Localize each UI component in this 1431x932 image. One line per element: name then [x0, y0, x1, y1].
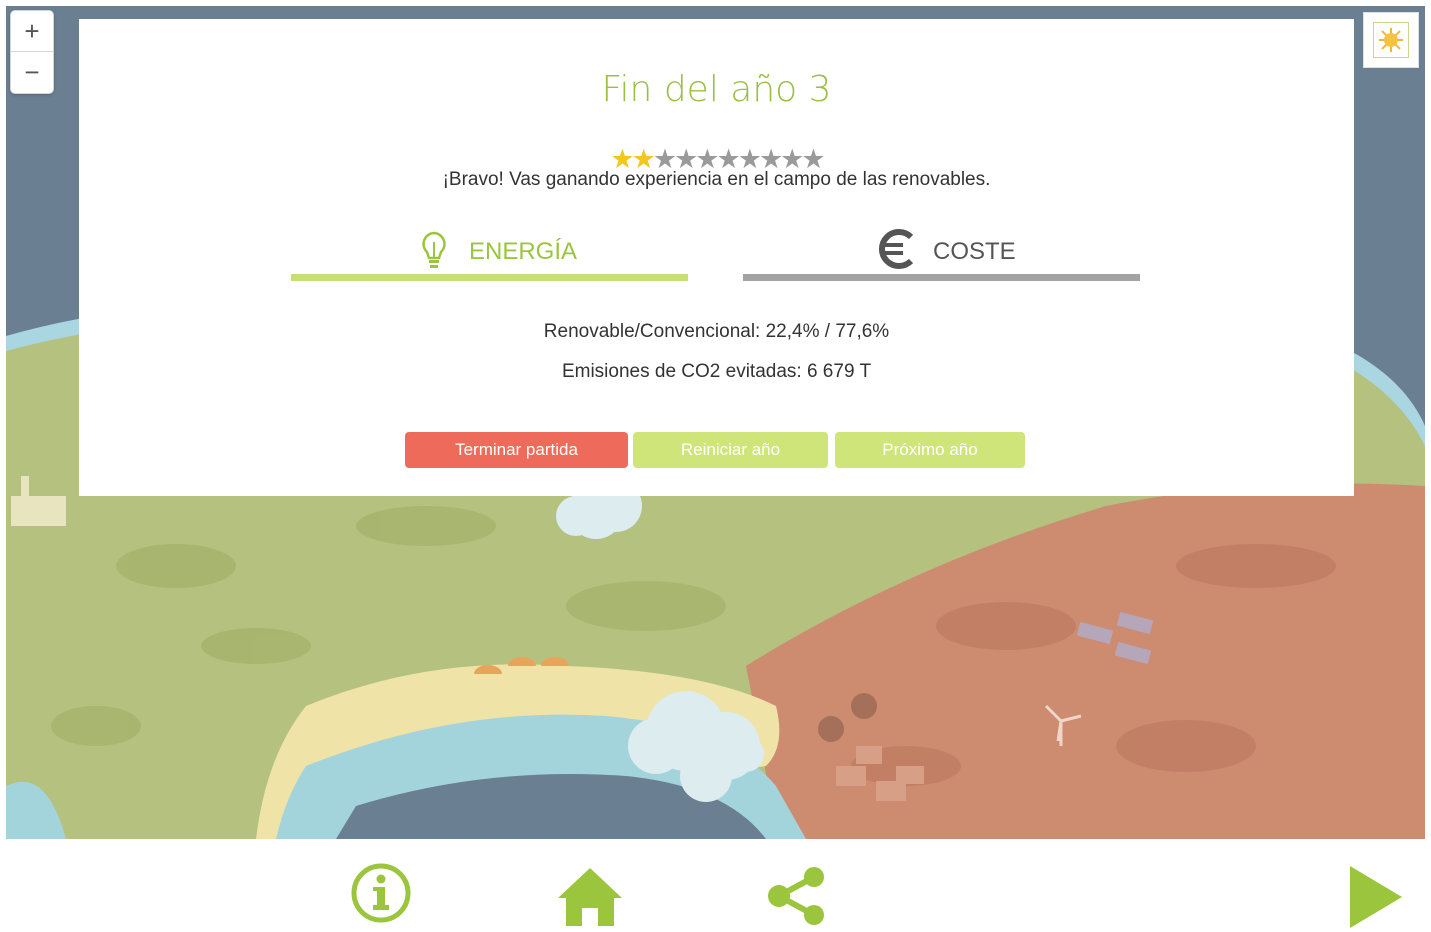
share-button[interactable] — [766, 866, 828, 930]
feedback-message: ¡Bravo! Vas ganando experiencia en el ca… — [442, 169, 991, 190]
co2-avoided: Emisiones de CO2 evitadas: 6 679 T — [561, 361, 872, 382]
lightbulb-icon — [422, 231, 446, 268]
zoom-out-button[interactable]: − — [11, 51, 53, 92]
info-button[interactable] — [350, 862, 412, 928]
renewable-ratio: Renovable/Convencional: 22,4% / 77,6% — [543, 321, 890, 342]
tab-energia[interactable]: ENERGÍA — [291, 224, 688, 281]
restart-year-button[interactable]: Reiniciar año — [633, 432, 828, 468]
tab-energia-label: ENERGÍA — [469, 238, 578, 265]
euro-icon — [878, 229, 914, 269]
home-button[interactable] — [556, 866, 624, 930]
tab-coste-underline — [743, 274, 1140, 281]
tab-energia-underline — [291, 274, 688, 281]
year-end-dialog: Fin del año 3 ★★★★★★★★★★ ¡Bravo! Vas gan… — [79, 19, 1354, 496]
next-year-button[interactable]: Próximo año — [835, 432, 1025, 468]
sun-icon-frame — [1373, 22, 1409, 58]
end-game-button[interactable]: Terminar partida — [405, 432, 628, 468]
sun-button[interactable] — [1363, 12, 1419, 68]
home-icon — [558, 868, 622, 926]
share-icon — [768, 867, 824, 925]
dialog-title: Fin del año 3 — [601, 69, 832, 110]
sun-icon — [1379, 28, 1403, 52]
info-icon — [351, 863, 411, 923]
play-icon — [1350, 866, 1402, 928]
play-button[interactable] — [1348, 866, 1404, 932]
zoom-in-button[interactable]: + — [11, 11, 53, 51]
tab-coste-label: COSTE — [933, 238, 1016, 265]
zoom-control: + − — [10, 10, 54, 94]
tab-coste[interactable]: COSTE — [743, 224, 1140, 281]
